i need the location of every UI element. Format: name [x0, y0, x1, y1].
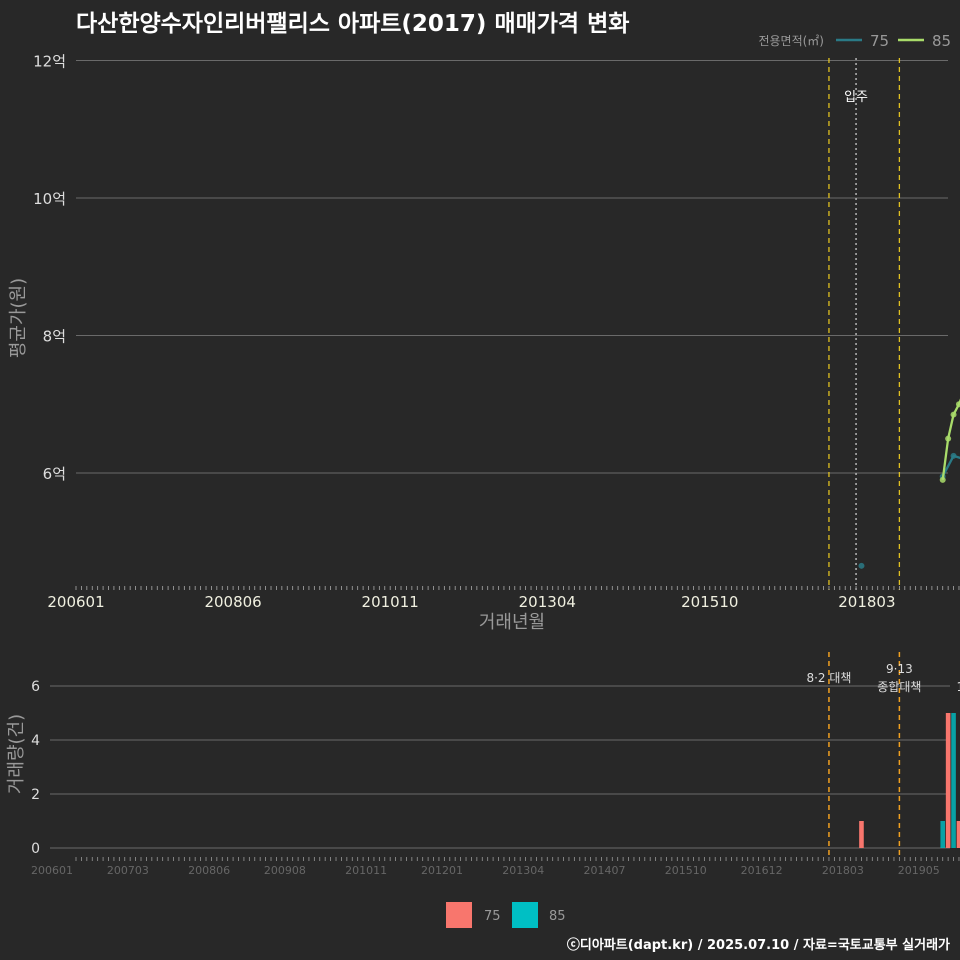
price-y-tick-label: 6억	[43, 465, 66, 483]
volume-event-label: 18차대책	[956, 679, 960, 694]
price-x-tick-label: 201011	[362, 593, 419, 611]
volume-panel: 02468·2 대책9·13종합대책12·1618차대책10·26대출규제강화1…	[6, 652, 960, 877]
volume-x-tick-label: 201201	[421, 864, 463, 877]
volume-x-tick-label: 201905	[898, 864, 940, 877]
volume-x-tick-label: 201803	[822, 864, 864, 877]
volume-y-tick-label: 0	[31, 841, 40, 857]
volume-x-tick-label: 200908	[264, 864, 306, 877]
volume-legend-swatch-85	[512, 902, 538, 928]
price-series-75-line	[941, 454, 960, 477]
volume-legend-label-75: 75	[484, 909, 501, 924]
volume-y-tick-label: 6	[31, 679, 40, 695]
volume-x-tick-label: 201612	[741, 864, 783, 877]
volume-event-label: 8·2 대책	[806, 670, 851, 685]
volume-y-tick-label: 4	[31, 733, 40, 749]
price-series-85-point	[945, 435, 952, 442]
price-series-75-point	[858, 562, 865, 569]
price-legend-label-85: 85	[932, 32, 951, 50]
volume-event-label: 종합대책	[877, 679, 921, 694]
volume-x-tick-label: 200806	[188, 864, 230, 877]
movein-label: 입주	[844, 90, 868, 105]
price-legend-label-75: 75	[870, 32, 889, 50]
volume-legend-label-85: 85	[549, 909, 566, 924]
volume-y-tick-label: 2	[31, 787, 40, 803]
volume-bar-75	[945, 713, 951, 848]
volume-y-axis-title: 거래량(건)	[6, 714, 27, 794]
volume-x-tick-label: 200601	[31, 864, 73, 877]
price-series-85-point	[939, 476, 946, 483]
volume-legend-swatch-75	[446, 902, 472, 928]
price-series-85-line	[941, 398, 960, 481]
volume-bar-85	[951, 713, 956, 848]
price-y-tick-label: 8억	[43, 328, 66, 346]
price-y-tick-label: 10억	[33, 190, 66, 208]
price-x-tick-label: 200601	[47, 593, 104, 611]
volume-bar-75	[859, 821, 864, 848]
price-y-axis-title: 평균가(원)	[8, 278, 29, 358]
volume-x-tick-label: 200703	[107, 864, 149, 877]
chart-canvas: 6억 8억 10억 12억입주 200601 200806 201011 201304 2015…	[6, 32, 960, 928]
volume-bar-85	[940, 821, 946, 848]
price-panel: 6억 8억 10억 12억입주 200601 200806 201011 201304 2015…	[8, 53, 960, 633]
price-x-tick-label: 201803	[838, 593, 895, 611]
price-x-axis-title: 거래년월	[479, 612, 545, 633]
footer-credit: ⓒ디아파트(dapt.kr) / 2025.07.10 / 자료=국토교통부 실…	[566, 938, 950, 953]
volume-x-tick-label: 201011	[345, 864, 387, 877]
price-x-tick-label: 200806	[204, 593, 261, 611]
price-series-75-point	[950, 452, 957, 459]
volume-x-tick-label: 201510	[665, 864, 707, 877]
price-legend-title: 전용면적(㎡)	[758, 34, 824, 48]
volume-x-tick-label: 201304	[502, 864, 544, 877]
volume-event-label: 9·13	[886, 662, 913, 676]
price-x-tick-label: 201304	[519, 593, 576, 611]
volume-x-tick-label: 201407	[584, 864, 626, 877]
price-series-85-point	[950, 411, 957, 418]
price-y-tick-label: 12억	[33, 53, 66, 71]
price-x-tick-label: 201510	[681, 593, 738, 611]
